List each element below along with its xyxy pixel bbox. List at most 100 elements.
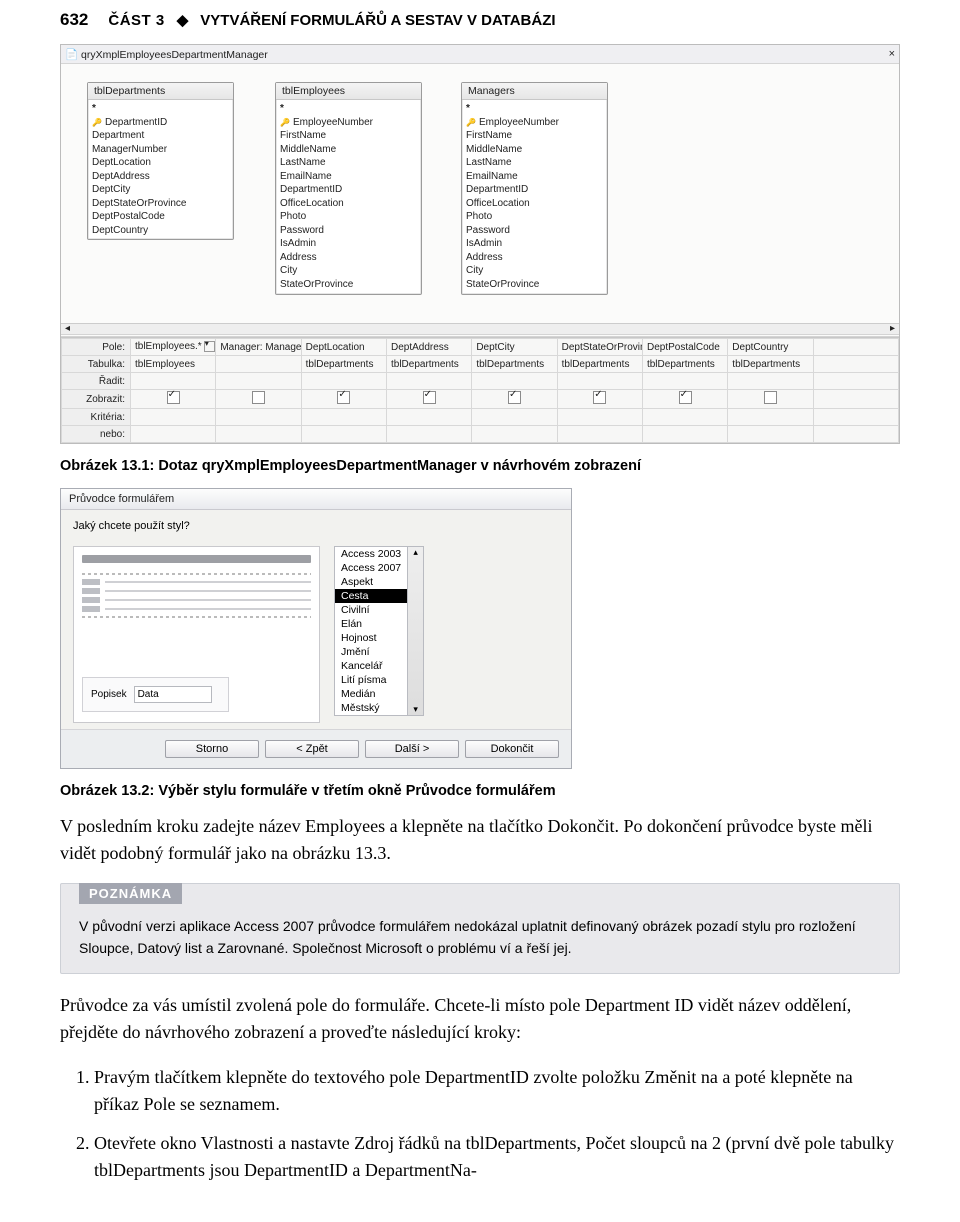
query-canvas[interactable]: ◂ ▸ tblDepartments*DepartmentIDDepartmen… (61, 64, 899, 337)
close-icon[interactable]: × (889, 48, 895, 60)
table-field[interactable]: DepartmentID (280, 183, 417, 197)
grid-cell[interactable] (301, 409, 386, 426)
grid-cell[interactable] (472, 409, 557, 426)
grid-cell[interactable] (557, 409, 642, 426)
table-field[interactable]: StateOrProvince (280, 278, 417, 292)
grid-cell[interactable]: tblDepartments (557, 356, 642, 373)
grid-cell[interactable] (642, 426, 727, 443)
scroll-right-icon[interactable]: ▸ (890, 323, 895, 334)
grid-cell[interactable] (386, 426, 471, 443)
grid-cell[interactable] (131, 409, 216, 426)
table-field[interactable]: EmployeeNumber (280, 116, 417, 130)
grid-cell[interactable] (216, 426, 301, 443)
grid-cell[interactable] (216, 390, 301, 409)
show-checkbox[interactable] (764, 391, 777, 404)
grid-cell[interactable] (813, 373, 898, 390)
table-field[interactable]: DeptCity (92, 183, 229, 197)
show-checkbox[interactable] (679, 391, 692, 404)
grid-cell[interactable] (216, 409, 301, 426)
show-checkbox[interactable] (252, 391, 265, 404)
scroll-left-icon[interactable]: ◂ (65, 323, 70, 334)
grid-cell[interactable] (131, 426, 216, 443)
listbox-scrollbar[interactable]: ▴ ▾ (408, 546, 424, 716)
table-field[interactable]: Photo (466, 210, 603, 224)
show-checkbox[interactable] (167, 391, 180, 404)
table-field[interactable]: Address (466, 251, 603, 265)
grid-cell[interactable]: DeptStateOrProvince (557, 339, 642, 356)
preview-data-field[interactable] (134, 686, 212, 703)
table-field[interactable]: IsAdmin (280, 237, 417, 251)
grid-cell[interactable]: tblEmployees.* (131, 339, 216, 356)
table-field[interactable]: EmailName (280, 170, 417, 184)
grid-cell[interactable]: tblDepartments (386, 356, 471, 373)
scroll-down-icon[interactable]: ▾ (413, 704, 418, 715)
table-field[interactable]: OfficeLocation (466, 197, 603, 211)
style-option[interactable]: Jmění (335, 645, 407, 659)
table-field[interactable]: DeptStateOrProvince (92, 197, 229, 211)
table-field[interactable]: LastName (466, 156, 603, 170)
grid-cell[interactable]: Manager: Managers.L (216, 339, 301, 356)
table-window-title[interactable]: Managers (462, 83, 607, 100)
style-option[interactable]: Civilní (335, 603, 407, 617)
table-field[interactable]: Address (280, 251, 417, 265)
grid-cell[interactable] (642, 373, 727, 390)
table-window[interactable]: Managers*EmployeeNumberFirstNameMiddleNa… (461, 82, 608, 295)
table-field[interactable]: PostalCode (280, 291, 417, 292)
grid-cell[interactable] (472, 373, 557, 390)
grid-cell[interactable] (813, 339, 898, 356)
grid-cell[interactable]: DeptCity (472, 339, 557, 356)
table-field[interactable]: City (466, 264, 603, 278)
grid-cell[interactable] (216, 373, 301, 390)
show-checkbox[interactable] (593, 391, 606, 404)
table-field[interactable]: MiddleName (466, 143, 603, 157)
grid-cell[interactable] (642, 390, 727, 409)
style-listbox[interactable]: Access 2003Access 2007AspektCestaCivilní… (334, 546, 408, 716)
table-field[interactable]: DepartmentID (466, 183, 603, 197)
table-field[interactable]: * (280, 102, 417, 116)
table-field[interactable]: Department (92, 129, 229, 143)
grid-cell[interactable] (216, 356, 301, 373)
table-field[interactable]: FirstName (466, 129, 603, 143)
grid-cell[interactable]: tblDepartments (301, 356, 386, 373)
style-option[interactable]: Elán (335, 617, 407, 631)
style-option[interactable]: Access 2003 (335, 547, 407, 561)
table-field[interactable]: MiddleName (280, 143, 417, 157)
grid-cell[interactable] (728, 426, 813, 443)
finish-button[interactable]: Dokončit (465, 740, 559, 758)
grid-cell[interactable] (386, 373, 471, 390)
table-window-title[interactable]: tblDepartments (88, 83, 233, 100)
table-field[interactable]: DeptLocation (92, 156, 229, 170)
grid-cell[interactable] (557, 390, 642, 409)
style-option[interactable]: Kancelář (335, 659, 407, 673)
table-field[interactable]: DepartmentID (92, 116, 229, 130)
grid-cell[interactable] (472, 390, 557, 409)
query-tab-title[interactable]: 📄 qryXmplEmployeesDepartmentManager (65, 48, 268, 61)
horizontal-scrollbar[interactable]: ◂ ▸ (61, 323, 899, 334)
grid-cell[interactable] (386, 390, 471, 409)
grid-cell[interactable] (472, 426, 557, 443)
grid-cell[interactable]: DeptLocation (301, 339, 386, 356)
grid-cell[interactable]: DeptPostalCode (642, 339, 727, 356)
grid-cell[interactable]: DeptCountry (728, 339, 813, 356)
style-option[interactable]: Hojnost (335, 631, 407, 645)
grid-cell[interactable] (301, 390, 386, 409)
style-option[interactable]: Access 2007 (335, 561, 407, 575)
dropdown-icon[interactable] (204, 341, 215, 352)
table-field[interactable]: DeptCountry (92, 224, 229, 238)
grid-cell[interactable] (131, 373, 216, 390)
grid-cell[interactable] (813, 390, 898, 409)
table-field[interactable]: OfficeLocation (280, 197, 417, 211)
style-option[interactable]: Lití písma (335, 673, 407, 687)
cancel-button[interactable]: Storno (165, 740, 259, 758)
table-field[interactable]: StateOrProvince (466, 278, 603, 292)
table-field[interactable]: DeptAddress (92, 170, 229, 184)
grid-cell[interactable] (813, 356, 898, 373)
grid-cell[interactable] (728, 409, 813, 426)
grid-cell[interactable] (813, 409, 898, 426)
grid-cell[interactable] (557, 373, 642, 390)
grid-cell[interactable]: DeptAddress (386, 339, 471, 356)
grid-cell[interactable]: tblDepartments (472, 356, 557, 373)
style-option[interactable]: Aspekt (335, 575, 407, 589)
grid-cell[interactable]: tblEmployees (131, 356, 216, 373)
style-option[interactable]: Městský (335, 701, 407, 715)
